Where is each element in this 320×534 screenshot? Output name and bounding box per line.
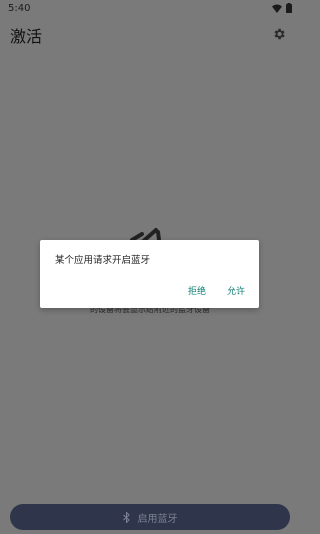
bluetooth-request-dialog: 某个应用请求开启蓝牙 拒绝 允许: [40, 240, 259, 308]
deny-button[interactable]: 拒绝: [188, 284, 206, 297]
settings-button[interactable]: [270, 26, 288, 44]
app-bar: 激活: [0, 20, 300, 50]
allow-button[interactable]: 允许: [227, 284, 245, 297]
battery-icon: [286, 3, 292, 13]
status-icons: [272, 3, 292, 13]
page-title: 激活: [10, 27, 43, 46]
status-bar: 5:40: [0, 0, 300, 16]
dialog-message: 某个应用请求开启蓝牙: [55, 255, 151, 266]
enable-bluetooth-button[interactable]: 启用蓝牙: [10, 504, 290, 530]
status-time: 5:40: [8, 2, 31, 14]
dialog-actions: 拒绝 允许: [188, 284, 245, 297]
wifi-icon: [272, 4, 282, 13]
bluetooth-icon: [122, 511, 130, 523]
enable-bluetooth-label: 启用蓝牙: [137, 513, 178, 525]
gear-icon: [272, 26, 286, 45]
